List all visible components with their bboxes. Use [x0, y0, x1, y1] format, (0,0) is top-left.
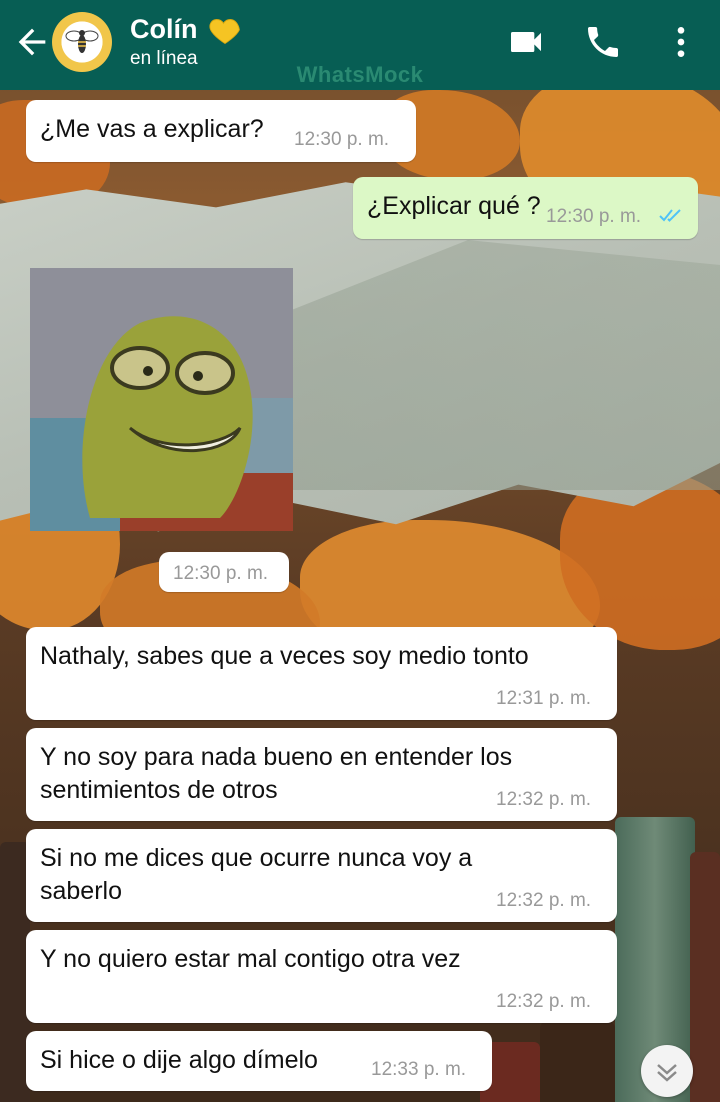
message-time: 12:31 p. m. — [496, 688, 592, 709]
message-time: 12:32 p. m. — [496, 991, 592, 1012]
video-call-icon[interactable] — [506, 22, 546, 62]
message-time: 12:30 p. m. — [173, 563, 269, 584]
message-bubble-incoming[interactable]: Y no quiero estar mal contigo otra vez 1… — [26, 930, 617, 1023]
double-chevron-down-icon — [657, 1064, 677, 1082]
message-text: ¿Me vas a explicar? — [40, 115, 264, 143]
more-vert-icon[interactable] — [661, 22, 701, 62]
phone-icon[interactable] — [583, 22, 623, 62]
message-bubble-outgoing[interactable]: ¿Explicar qué ? 12:30 p. m. — [353, 177, 698, 239]
message-text: Y no quiero estar mal contigo otra vez — [40, 945, 461, 973]
message-time: 12:30 p. m. — [546, 206, 642, 227]
message-bubble-incoming[interactable]: Si hice o dije algo dímelo 12:33 p. m. — [26, 1031, 492, 1091]
back-arrow-icon[interactable] — [12, 22, 52, 62]
message-text: Nathaly, sabes que a veces soy medio ton… — [40, 642, 529, 670]
message-time: 12:32 p. m. — [496, 890, 592, 911]
message-bubble-incoming[interactable]: Y no soy para nada bueno en entender los… — [26, 728, 617, 821]
message-bubble-incoming[interactable]: Si no me dices que ocurre nunca voy a sa… — [26, 829, 617, 922]
message-time: 12:32 p. m. — [496, 789, 592, 810]
image-time-chip: 12:30 p. m. — [159, 552, 289, 592]
read-ticks-icon — [659, 209, 681, 222]
message-text: Si hice o dije algo dímelo — [40, 1046, 318, 1074]
message-text: ¿Explicar qué ? — [367, 192, 541, 220]
sticker-image — [30, 268, 293, 531]
message-bubble-incoming[interactable]: ¿Me vas a explicar? 12:30 p. m. — [26, 100, 416, 162]
message-text: Si no me dices que ocurre nunca voy a sa… — [40, 844, 473, 905]
watermark: WhatsMock — [296, 62, 424, 87]
message-time: 12:30 p. m. — [294, 129, 390, 150]
yellow-heart-icon — [209, 19, 240, 45]
contact-name[interactable]: Colín — [130, 14, 198, 45]
scroll-to-bottom-button[interactable] — [641, 1045, 693, 1097]
message-bubble-incoming[interactable]: Nathaly, sabes que a veces soy medio ton… — [26, 627, 617, 720]
image-message[interactable] — [30, 268, 293, 531]
message-time: 12:33 p. m. — [371, 1059, 467, 1080]
